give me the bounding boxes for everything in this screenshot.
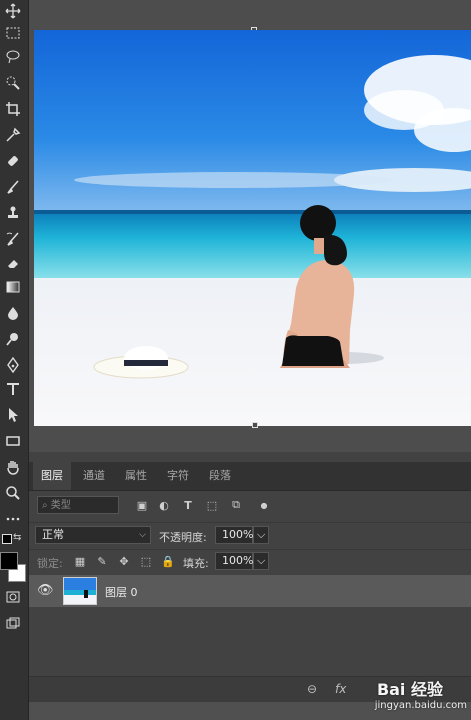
screen-mode-icon[interactable] bbox=[2, 612, 24, 634]
filter-adjust-icon[interactable]: ◐ bbox=[157, 498, 171, 512]
lock-all-icon[interactable]: 🔒 bbox=[161, 554, 175, 568]
transform-handle-bottom[interactable] bbox=[252, 422, 258, 428]
zoom-tool-icon[interactable] bbox=[2, 482, 24, 504]
filter-pixel-icon[interactable]: ▣ bbox=[135, 498, 149, 512]
fx-icon[interactable]: fx bbox=[335, 682, 346, 696]
eye-icon[interactable]: 👁 bbox=[37, 583, 54, 598]
marquee-tool-icon[interactable] bbox=[2, 22, 24, 44]
fill-input[interactable]: 100% bbox=[215, 552, 253, 570]
quick-select-icon[interactable] bbox=[2, 72, 24, 94]
pen-tool-icon[interactable] bbox=[2, 354, 24, 376]
move-tool-icon[interactable] bbox=[2, 0, 24, 22]
brush-tool-icon[interactable] bbox=[2, 176, 24, 198]
swap-colors-icon[interactable]: ⇆ bbox=[13, 532, 21, 543]
link-icon[interactable]: ⊖ bbox=[307, 682, 317, 696]
quick-mask-icon[interactable] bbox=[2, 586, 24, 608]
lock-transparent-icon[interactable]: ▦ bbox=[73, 554, 87, 568]
tab-layers[interactable]: 图层 bbox=[33, 462, 71, 490]
lock-pixels-icon[interactable]: ✎ bbox=[95, 554, 109, 568]
dodge-icon[interactable] bbox=[2, 328, 24, 350]
opacity-dropdown[interactable]: ⌵ bbox=[253, 526, 269, 544]
lock-row: 锁定: ▦ ✎ ✥ ⬚ 🔒 填充: 100% ⌵ bbox=[29, 549, 471, 574]
type-tool-icon[interactable] bbox=[2, 378, 24, 400]
rectangle-tool-icon[interactable] bbox=[2, 430, 24, 452]
healing-brush-icon[interactable] bbox=[2, 150, 24, 172]
filter-toggle-icon[interactable]: ● bbox=[257, 498, 271, 512]
layer-thumbnail bbox=[63, 577, 97, 605]
blend-row: 正常 ⌵ 不透明度: 100% ⌵ bbox=[29, 522, 471, 547]
opacity-input[interactable]: 100% bbox=[215, 526, 253, 544]
chevron-down-icon: ⌵ bbox=[139, 530, 146, 540]
crop-tool-icon[interactable] bbox=[2, 98, 24, 120]
clone-stamp-icon[interactable] bbox=[2, 202, 24, 224]
fill-dropdown[interactable]: ⌵ bbox=[253, 552, 269, 570]
path-select-icon[interactable] bbox=[2, 404, 24, 426]
tools-panel: ⇆ bbox=[0, 0, 29, 720]
tab-channels[interactable]: 通道 bbox=[75, 462, 113, 490]
eyedropper-icon[interactable] bbox=[2, 124, 24, 146]
hand-tool-icon[interactable] bbox=[2, 456, 24, 478]
lock-artboard-icon[interactable]: ⬚ bbox=[139, 554, 153, 568]
opacity-label: 不透明度: bbox=[159, 531, 207, 544]
filter-row: ⌕ 类型 ▣ ◐ T ⬚ ⧉ ● bbox=[29, 492, 471, 520]
eraser-icon[interactable] bbox=[2, 252, 24, 274]
layer-name[interactable]: 图层 0 bbox=[105, 584, 138, 600]
lock-label: 锁定: bbox=[37, 557, 63, 570]
filter-type-icon[interactable]: T bbox=[181, 498, 195, 512]
watermark-logo: Bai 经验 bbox=[376, 680, 443, 699]
document-canvas[interactable] bbox=[34, 30, 471, 426]
default-colors-icon[interactable] bbox=[2, 534, 12, 544]
filter-shape-icon[interactable]: ⬚ bbox=[205, 498, 219, 512]
tab-properties[interactable]: 属性 bbox=[117, 462, 155, 490]
blur-icon[interactable] bbox=[2, 302, 24, 324]
tab-character[interactable]: 字符 bbox=[159, 462, 197, 490]
panel-tabs: 图层 通道 属性 字符 段落 bbox=[29, 462, 471, 491]
filter-placeholder: 类型 bbox=[50, 500, 71, 511]
foreground-color-swatch[interactable] bbox=[0, 552, 18, 570]
layer-row[interactable]: 👁 图层 0 bbox=[29, 575, 471, 607]
beach-photo bbox=[34, 30, 471, 426]
lasso-tool-icon[interactable] bbox=[2, 46, 24, 68]
more-tools-icon[interactable] bbox=[2, 508, 24, 530]
lock-position-icon[interactable]: ✥ bbox=[117, 554, 131, 568]
tab-paragraph[interactable]: 段落 bbox=[201, 462, 239, 490]
blend-mode-value: 正常 bbox=[42, 528, 64, 541]
gradient-icon[interactable] bbox=[2, 276, 24, 298]
filter-smart-icon[interactable]: ⧉ bbox=[229, 498, 243, 512]
blend-mode-select[interactable]: 正常 ⌵ bbox=[35, 526, 151, 544]
layer-filter-input[interactable]: ⌕ 类型 bbox=[37, 496, 119, 514]
fill-label: 填充: bbox=[183, 557, 209, 570]
watermark-url: jingyan.baidu.com bbox=[374, 700, 467, 711]
history-brush-icon[interactable] bbox=[2, 228, 24, 250]
